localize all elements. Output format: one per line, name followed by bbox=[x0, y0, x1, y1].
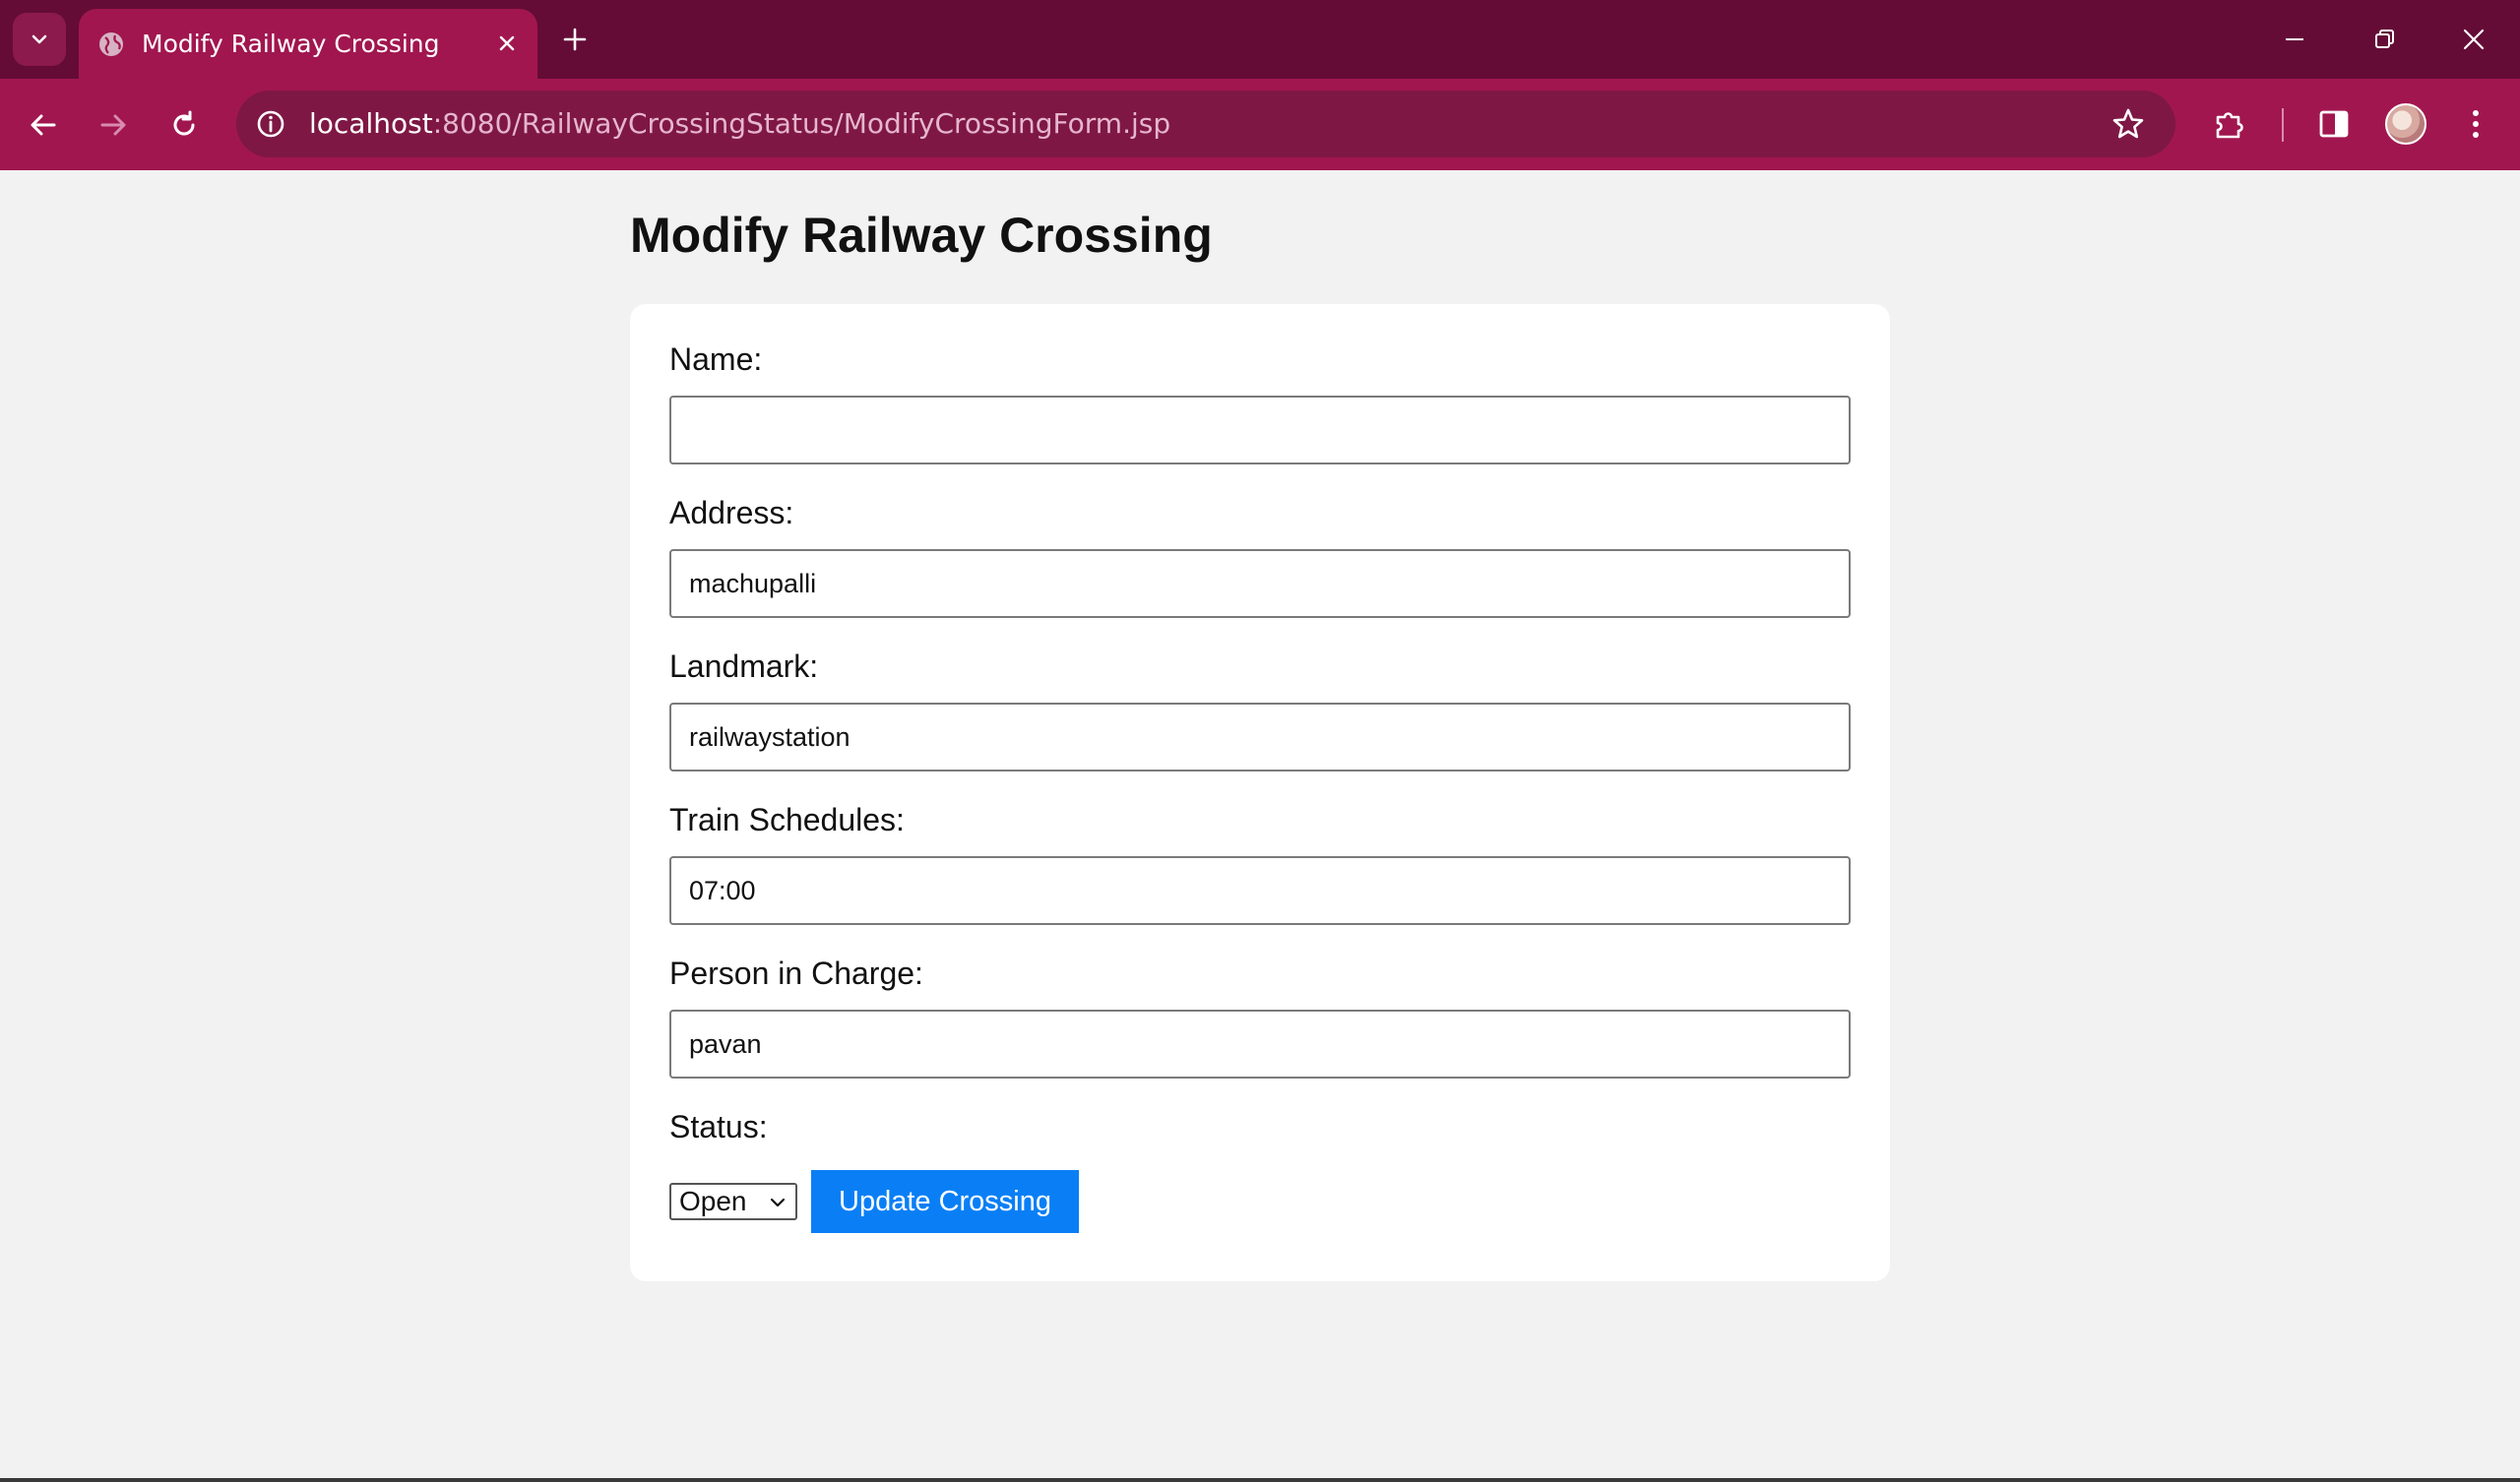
extensions-button[interactable] bbox=[2208, 102, 2251, 146]
status-label: Status: bbox=[669, 1109, 768, 1144]
status-selected-value: Open bbox=[679, 1186, 747, 1216]
more-vertical-icon bbox=[2473, 110, 2479, 138]
name-label: Name: bbox=[669, 341, 763, 377]
tab-search-button[interactable] bbox=[13, 13, 66, 66]
bookmark-star-icon[interactable] bbox=[2109, 104, 2148, 144]
side-panel-icon bbox=[2319, 110, 2349, 138]
tab-title: Modify Railway Crossing bbox=[142, 30, 440, 58]
plus-icon bbox=[563, 28, 587, 51]
person-in-charge-label: Person in Charge: bbox=[669, 956, 923, 991]
side-panel-button[interactable] bbox=[2312, 102, 2356, 146]
url-text: localhost:8080/RailwayCrossingStatus/Mod… bbox=[309, 107, 1170, 140]
site-info-icon[interactable] bbox=[252, 105, 289, 143]
arrow-left-icon bbox=[31, 114, 56, 136]
status-select[interactable]: Open bbox=[669, 1183, 797, 1220]
minimize-button[interactable] bbox=[2277, 22, 2312, 57]
browser-menu-button[interactable] bbox=[2454, 102, 2497, 146]
reload-button[interactable] bbox=[163, 104, 205, 146]
url-path: :8080/RailwayCrossingStatus/ModifyCrossi… bbox=[432, 107, 1171, 140]
profile-avatar[interactable] bbox=[2385, 103, 2426, 145]
landmark-input[interactable] bbox=[669, 703, 1851, 772]
restore-button[interactable] bbox=[2366, 22, 2402, 57]
arrow-right-icon bbox=[100, 114, 126, 136]
landmark-label: Landmark: bbox=[669, 648, 819, 684]
train-schedules-label: Train Schedules: bbox=[669, 802, 905, 837]
reload-icon bbox=[173, 110, 195, 136]
back-button[interactable] bbox=[23, 104, 64, 146]
update-crossing-button[interactable]: Update Crossing bbox=[811, 1170, 1079, 1233]
address-input[interactable] bbox=[669, 549, 1851, 618]
crossing-form: Name: Address: Landmark: Train Schedules… bbox=[630, 304, 1890, 1281]
minimize-icon bbox=[2286, 38, 2303, 40]
name-input[interactable] bbox=[669, 396, 1851, 464]
address-bar[interactable]: localhost:8080/RailwayCrossingStatus/Mod… bbox=[236, 91, 2175, 157]
chevron-down-icon bbox=[768, 1193, 788, 1212]
restore-icon bbox=[2375, 30, 2394, 48]
page-title: Modify Railway Crossing bbox=[630, 208, 1213, 263]
person-in-charge-input[interactable] bbox=[669, 1010, 1851, 1079]
forward-button[interactable] bbox=[93, 104, 134, 146]
address-label: Address: bbox=[669, 495, 794, 530]
url-host: localhost bbox=[309, 107, 433, 140]
close-icon bbox=[2463, 29, 2485, 50]
new-tab-button[interactable] bbox=[557, 22, 593, 57]
close-window-button[interactable] bbox=[2456, 22, 2491, 57]
active-tab[interactable]: Modify Railway Crossing bbox=[79, 9, 537, 79]
window-bottom-border bbox=[0, 1478, 2520, 1482]
train-schedules-input[interactable] bbox=[669, 856, 1851, 925]
close-tab-icon[interactable] bbox=[492, 29, 522, 58]
toolbar-separator bbox=[2282, 108, 2284, 142]
puzzle-icon bbox=[2216, 112, 2243, 139]
globe-icon bbox=[96, 30, 126, 59]
chevron-down-icon bbox=[32, 34, 47, 44]
